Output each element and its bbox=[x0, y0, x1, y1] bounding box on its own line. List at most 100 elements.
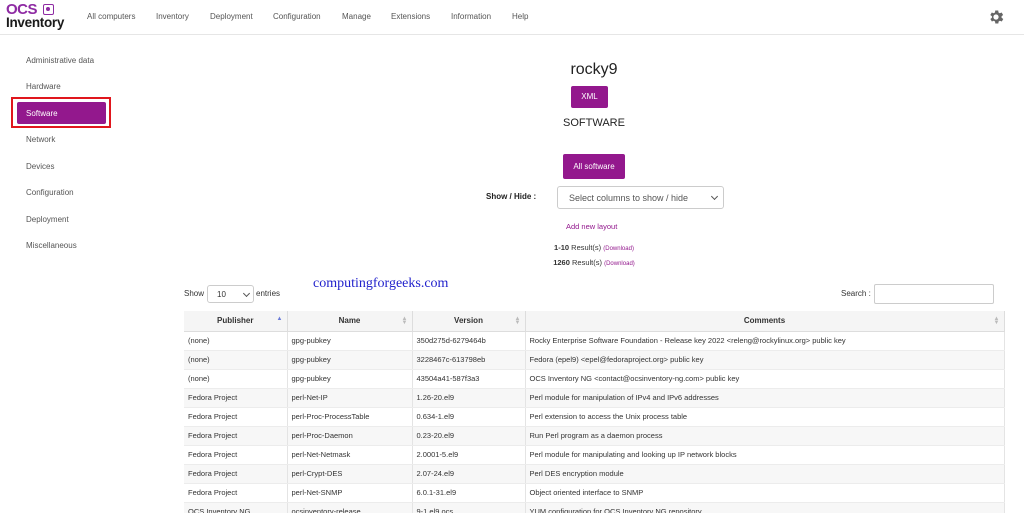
watermark-text: computingforgeeks.com bbox=[313, 276, 449, 291]
table-cell-name: perl-Net-IP bbox=[287, 388, 413, 408]
table-cell-name: perl-Net-SNMP bbox=[287, 483, 413, 503]
table-cell-publisher: (none) bbox=[184, 369, 288, 389]
table-row: Fedora Project perl-Crypt-DES 2.07-24.el9 P… bbox=[184, 464, 1005, 484]
table-cell-version: 0.634-1.el9 bbox=[412, 407, 526, 427]
sidebar-item-devices[interactable]: Devices bbox=[26, 162, 54, 171]
table-cell-name: perl-Proc-ProcessTable bbox=[287, 407, 413, 427]
all-software-button[interactable]: All software bbox=[563, 154, 625, 179]
sort-icon: ▲ ▼ bbox=[401, 316, 408, 326]
nav-inventory[interactable]: Inventory bbox=[156, 12, 189, 21]
sidebar-item-deployment[interactable]: Deployment bbox=[26, 215, 69, 224]
table-cell-version: 2.0001-5.el9 bbox=[412, 445, 526, 465]
table-cell-comments: Rocky Enterprise Software Foundation - R… bbox=[525, 331, 1005, 351]
column-header-comments[interactable]: Comments ▲ ▼ bbox=[525, 311, 1005, 332]
table-cell-name: ocsinventory-release bbox=[287, 502, 413, 513]
column-header-version[interactable]: Version ▲ ▼ bbox=[412, 311, 526, 332]
table-cell-publisher: Fedora Project bbox=[184, 464, 288, 484]
sidebar-highlight-box: Software bbox=[11, 97, 111, 128]
sidebar-item-software-label: Software bbox=[26, 109, 58, 118]
download-link[interactable]: (Download) bbox=[603, 246, 634, 252]
table-cell-name: gpg-pubkey bbox=[287, 369, 413, 389]
table-cell-comments: Perl extension to access the Unix proces… bbox=[525, 407, 1005, 427]
table-cell-version: 1.26-20.el9 bbox=[412, 388, 526, 408]
table-cell-comments: Fedora (epel9) <epel@fedoraproject.org> … bbox=[525, 350, 1005, 370]
entries-label: entries bbox=[256, 289, 281, 298]
table-cell-publisher: (none) bbox=[184, 331, 288, 351]
table-row: Fedora Project perl-Proc-ProcessTable 0.63… bbox=[184, 407, 1005, 427]
table-cell-version: 43504a41-587f3a3 bbox=[412, 369, 526, 389]
sort-icon: ▲ ▼ bbox=[993, 316, 1000, 326]
table-cell-publisher: (none) bbox=[184, 350, 288, 370]
table-cell-comments: Object oriented interface to SNMP bbox=[525, 483, 1005, 503]
sidebar-item-configuration[interactable]: Configuration bbox=[26, 188, 74, 197]
result-total: 1260 bbox=[553, 258, 570, 267]
entries-value: 10 bbox=[217, 290, 226, 299]
xml-button[interactable]: XML bbox=[571, 86, 608, 108]
result-line-page: 1-10 Result(s) (Download) bbox=[0, 243, 1024, 252]
table-row: (none) gpg-pubkey 43504a41-587f3a3 OCS Inve… bbox=[184, 369, 1005, 389]
show-hide-label: Show / Hide : bbox=[486, 192, 537, 201]
table-row: Fedora Project perl-Proc-Daemon 0.23-20.el… bbox=[184, 426, 1005, 446]
nav-extensions[interactable]: Extensions bbox=[391, 12, 430, 21]
table-cell-publisher: Fedora Project bbox=[184, 407, 288, 427]
nav-manage[interactable]: Manage bbox=[342, 12, 371, 21]
table-header-row: Publisher ▲ Name ▲ ▼ Version ▲ ▼ Comments ▲ ▼ bbox=[184, 311, 1005, 332]
logo-inventory-text: Inventory bbox=[6, 15, 65, 30]
result-label: Result(s) bbox=[571, 258, 602, 267]
table-cell-version: 6.0.1-31.el9 bbox=[412, 483, 526, 503]
download-link[interactable]: (Download) bbox=[604, 261, 635, 267]
table-cell-comments: Perl module for manipulation of IPv4 and… bbox=[525, 388, 1005, 408]
columns-select[interactable]: Select columns to show / hide bbox=[557, 186, 724, 209]
sidebar-item-software[interactable]: Software bbox=[17, 102, 106, 124]
table-cell-version: 0.23-20.el9 bbox=[412, 426, 526, 446]
sidebar-item-hardware[interactable]: Hardware bbox=[26, 82, 61, 91]
top-navbar: OCS Inventory All computers Inventory De… bbox=[0, 0, 1024, 35]
ocs-logo[interactable]: OCS Inventory bbox=[6, 1, 68, 31]
table-cell-comments: Run Perl program as a daemon process bbox=[525, 426, 1005, 446]
table-row: (none) gpg-pubkey 350d275d-6279464b Rocky E… bbox=[184, 331, 1005, 351]
table-row: Fedora Project perl-Net-IP 1.26-20.el9 Perl… bbox=[184, 388, 1005, 408]
table-cell-name: gpg-pubkey bbox=[287, 350, 413, 370]
computer-name-title: rocky9 bbox=[570, 61, 618, 78]
table-cell-name: perl-Net-Netmask bbox=[287, 445, 413, 465]
table-cell-comments: OCS Inventory NG <contact@ocsinventory-n… bbox=[525, 369, 1005, 389]
table-cell-publisher: Fedora Project bbox=[184, 426, 288, 446]
nav-deployment[interactable]: Deployment bbox=[210, 12, 253, 21]
gear-icon[interactable] bbox=[987, 8, 1005, 26]
section-title: SOFTWARE bbox=[563, 117, 625, 129]
software-table: Publisher ▲ Name ▲ ▼ Version ▲ ▼ Comments ▲ ▼ (… bbox=[184, 311, 1005, 513]
nav-help[interactable]: Help bbox=[512, 12, 528, 21]
search-input[interactable] bbox=[874, 284, 994, 304]
table-row: Fedora Project perl-Net-Netmask 2.0001-5.e… bbox=[184, 445, 1005, 465]
add-new-layout-link[interactable]: Add new layout bbox=[566, 222, 617, 231]
result-range: 1-10 bbox=[554, 243, 570, 252]
column-header-publisher[interactable]: Publisher ▲ bbox=[184, 311, 288, 332]
column-header-name[interactable]: Name ▲ ▼ bbox=[287, 311, 413, 332]
table-cell-publisher: Fedora Project bbox=[184, 483, 288, 503]
table-cell-comments: YUM configuration for OCS Inventory NG r… bbox=[525, 502, 1005, 513]
table-row: (none) gpg-pubkey 3228467c-613798eb Fedora … bbox=[184, 350, 1005, 370]
nav-configuration[interactable]: Configuration bbox=[273, 12, 321, 21]
search-label: Search : bbox=[841, 289, 871, 298]
show-label: Show bbox=[184, 289, 205, 298]
table-row: Fedora Project perl-Net-SNMP 6.0.1-31.el9 O… bbox=[184, 483, 1005, 503]
entries-select[interactable]: 10 bbox=[207, 285, 254, 303]
columns-select-placeholder: Select columns to show / hide bbox=[569, 193, 689, 203]
table-cell-version: 2.07-24.el9 bbox=[412, 464, 526, 484]
nav-information[interactable]: Information bbox=[451, 12, 491, 21]
result-label: Result(s) bbox=[571, 243, 602, 252]
table-cell-comments: Perl DES encryption module bbox=[525, 464, 1005, 484]
sort-asc-icon: ▲ bbox=[276, 316, 283, 322]
sidebar-item-network[interactable]: Network bbox=[26, 135, 55, 144]
nav-all-computers[interactable]: All computers bbox=[87, 12, 135, 21]
table-cell-name: gpg-pubkey bbox=[287, 331, 413, 351]
table-cell-publisher: Fedora Project bbox=[184, 388, 288, 408]
sort-icon: ▲ ▼ bbox=[514, 316, 521, 326]
table-cell-publisher: OCS Inventory NG bbox=[184, 502, 288, 513]
table-cell-version: 350d275d-6279464b bbox=[412, 331, 526, 351]
result-line-total: 1260 Result(s) (Download) bbox=[0, 258, 1024, 267]
table-cell-publisher: Fedora Project bbox=[184, 445, 288, 465]
table-cell-version: 3228467c-613798eb bbox=[412, 350, 526, 370]
table-cell-name: perl-Crypt-DES bbox=[287, 464, 413, 484]
table-cell-name: perl-Proc-Daemon bbox=[287, 426, 413, 446]
